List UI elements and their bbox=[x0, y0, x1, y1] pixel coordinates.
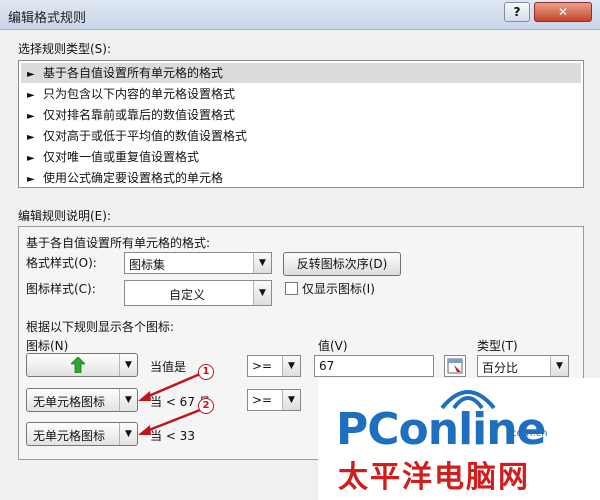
triangle-right-icon: ► bbox=[27, 174, 35, 185]
type-column-header: 类型(T) bbox=[477, 339, 518, 353]
icon-style-label: 图标样式(C): bbox=[26, 282, 96, 296]
rule-type-item-label: 使用公式确定要设置格式的单元格 bbox=[43, 171, 224, 185]
format-style-label: 格式样式(O): bbox=[26, 256, 97, 270]
format-style-value: 图标集 bbox=[129, 258, 166, 272]
rule-type-item-label: 仅对唯一值或重复值设置格式 bbox=[43, 150, 200, 164]
rule-type-item[interactable]: ► 仅对排名靠前或靠后的数值设置格式 bbox=[21, 105, 581, 125]
triangle-right-icon: ► bbox=[27, 111, 35, 122]
range-picker-icon bbox=[447, 358, 463, 374]
watermark-domain: .com.cn bbox=[508, 428, 548, 439]
rule-type-item[interactable]: ► 仅对高于或低于平均值的数值设置格式 bbox=[21, 126, 581, 146]
chevron-down-icon: ▼ bbox=[282, 390, 300, 410]
show-icon-only-label: 仅显示图标(I) bbox=[302, 282, 375, 296]
operator-select-row-1[interactable]: >= ▼ bbox=[247, 355, 301, 377]
rules-heading: 根据以下规则显示各个图标: bbox=[26, 320, 175, 334]
icon-value-row-3: 无单元格图标 bbox=[33, 429, 106, 443]
icon-select-row-1[interactable]: ▼ bbox=[26, 353, 138, 377]
annotation-marker-2: 2 bbox=[198, 398, 214, 414]
watermark-chinese: 太平洋电脑网 bbox=[338, 460, 530, 495]
green-up-arrow-icon bbox=[71, 357, 85, 373]
rule-type-item[interactable]: ► 只为包含以下内容的单元格设置格式 bbox=[21, 84, 581, 104]
rule-type-item-label: 仅对高于或低于平均值的数值设置格式 bbox=[43, 129, 248, 143]
rule-type-item[interactable]: ► 使用公式确定要设置格式的单元格 bbox=[21, 168, 581, 188]
triangle-right-icon: ► bbox=[27, 132, 35, 143]
window-title: 编辑格式规则 bbox=[8, 11, 87, 26]
rule-type-item[interactable]: ► 仅对唯一值或重复值设置格式 bbox=[21, 147, 581, 167]
chevron-down-icon: ▼ bbox=[253, 253, 271, 273]
triangle-right-icon: ► bbox=[27, 153, 35, 164]
operator-value-row-2: >= bbox=[252, 393, 273, 407]
rule-type-item-label: 基于各自值设置所有单元格的格式 bbox=[43, 66, 224, 80]
rule-description-label: 编辑规则说明(E): bbox=[18, 209, 111, 223]
icon-select-row-2[interactable]: 无单元格图标 ▼ bbox=[26, 388, 138, 412]
icon-style-select[interactable]: 自定义 ▼ bbox=[124, 280, 272, 306]
reverse-icon-order-button[interactable]: 反转图标次序(D) bbox=[283, 252, 401, 276]
rule-type-item-label: 只为包含以下内容的单元格设置格式 bbox=[43, 87, 236, 101]
help-button[interactable]: ? bbox=[504, 2, 530, 22]
show-icon-only-checkbox[interactable] bbox=[285, 282, 298, 295]
rule-type-item-label: 仅对排名靠前或靠后的数值设置格式 bbox=[43, 108, 236, 122]
format-style-select[interactable]: 图标集 ▼ bbox=[124, 252, 272, 274]
value-row-1: 67 bbox=[319, 359, 335, 373]
icon-select-row-3[interactable]: 无单元格图标 ▼ bbox=[26, 422, 138, 446]
value-column-header: 值(V) bbox=[318, 339, 348, 353]
chevron-down-icon: ▼ bbox=[282, 356, 300, 376]
operator-select-row-2[interactable]: >= ▼ bbox=[247, 389, 301, 411]
triangle-right-icon: ► bbox=[27, 90, 35, 101]
rule-type-item[interactable]: ► 基于各自值设置所有单元格的格式 bbox=[21, 63, 581, 83]
close-button[interactable]: ✕ bbox=[534, 2, 592, 22]
icon-style-value: 自定义 bbox=[169, 288, 206, 302]
triangle-right-icon: ► bbox=[27, 69, 35, 80]
operator-value-row-1: >= bbox=[252, 359, 273, 373]
type-value-row-1: 百分比 bbox=[482, 361, 519, 375]
icon-value-row-2: 无单元格图标 bbox=[33, 395, 106, 409]
type-select-row-1[interactable]: 百分比 ▼ bbox=[477, 355, 569, 377]
chevron-down-icon: ▼ bbox=[253, 281, 271, 305]
range-picker-button[interactable] bbox=[444, 355, 466, 377]
rule-type-label: 选择规则类型(S): bbox=[18, 42, 112, 56]
icon-column-header: 图标(N) bbox=[26, 339, 69, 353]
value-input-row-1[interactable]: 67 bbox=[314, 355, 434, 377]
description-heading: 基于各自值设置所有单元格的格式: bbox=[26, 236, 211, 250]
title-bar: 编辑格式规则 ? ✕ bbox=[0, 0, 600, 30]
rule-type-list[interactable]: ► 基于各自值设置所有单元格的格式 ► 只为包含以下内容的单元格设置格式 ► 仅对排名… bbox=[18, 60, 584, 188]
chevron-down-icon: ▼ bbox=[550, 356, 568, 376]
annotation-marker-1: 1 bbox=[198, 364, 214, 380]
